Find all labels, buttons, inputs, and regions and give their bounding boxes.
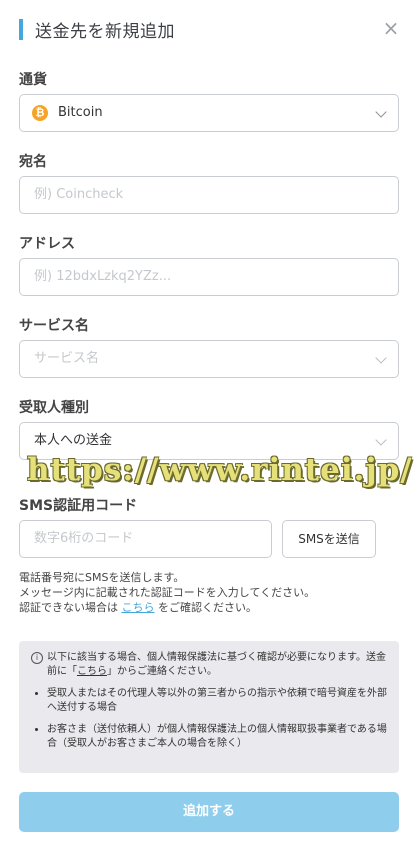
chevron-down-icon	[375, 434, 387, 446]
service-select[interactable]: サービス名	[19, 340, 399, 378]
send-sms-button[interactable]: SMSを送信	[282, 520, 376, 558]
notice-head-suffix: 」からご連絡ください。	[107, 666, 217, 677]
address-placeholder: 例) 12bdxLzkq2YZz...	[34, 269, 172, 284]
sms-help-line3: 認証できない場合は こちら をご確認ください。	[19, 600, 404, 615]
service-placeholder: サービス名	[34, 351, 100, 366]
name-placeholder: 例) Coincheck	[34, 187, 124, 202]
service-label: サービス名	[19, 318, 89, 334]
sms-help-text: 電話番号宛にSMSを送信します。 メッセージ内に記載された認証コードを入力してく…	[19, 570, 404, 615]
sms-help-prefix: 認証できない場合は	[19, 601, 122, 614]
bitcoin-icon: ₿	[32, 105, 48, 121]
currency-select[interactable]: ₿ Bitcoin	[19, 94, 399, 132]
add-button[interactable]: 追加する	[19, 792, 399, 832]
title-accent-bar	[19, 19, 23, 40]
chevron-down-icon	[375, 352, 387, 364]
list-item: 受取人またはその代理人等以外の第三者からの指示や依頼で暗号資産を外部へ送付する場…	[47, 687, 387, 715]
recipient-type-value: 本人への送金	[34, 433, 113, 448]
currency-label: 通貨	[19, 72, 47, 88]
notice-contact-link[interactable]: こちら	[77, 666, 107, 677]
sms-code-placeholder: 数字6桁のコード	[34, 531, 134, 546]
close-icon[interactable]: ×	[381, 18, 401, 38]
modal-header: 送金先を新規追加 ×	[0, 0, 419, 58]
name-input[interactable]: 例) Coincheck	[19, 176, 399, 214]
sms-help-link[interactable]: こちら	[122, 601, 155, 614]
sms-help-line2: メッセージ内に記載された認証コードを入力してください。	[19, 586, 316, 599]
notice-head: i 以下に該当する場合、個人情報保護法に基づく確認が必要になります。送金前に「こ…	[31, 651, 387, 679]
info-icon: i	[31, 652, 43, 664]
sms-help-line1: 電話番号宛にSMSを送信します。	[19, 571, 185, 584]
address-label: アドレス	[19, 236, 75, 252]
privacy-notice: i 以下に該当する場合、個人情報保護法に基づく確認が必要になります。送金前に「こ…	[19, 641, 399, 773]
recipient-type-select[interactable]: 本人への送金	[19, 422, 399, 460]
recipient-type-label: 受取人種別	[19, 400, 89, 416]
sms-help-suffix: をご確認ください。	[154, 601, 257, 614]
currency-value: Bitcoin	[58, 105, 103, 120]
modal-title: 送金先を新規追加	[35, 22, 175, 42]
notice-list: 受取人またはその代理人等以外の第三者からの指示や依頼で暗号資産を外部へ送付する場…	[31, 687, 387, 751]
list-item: お客さま（送付依頼人）が個人情報保護法上の個人情報取扱事業者である場合（受取人が…	[47, 723, 387, 751]
chevron-down-icon	[375, 106, 387, 118]
address-input[interactable]: 例) 12bdxLzkq2YZz...	[19, 258, 399, 296]
sms-code-input[interactable]: 数字6桁のコード	[19, 520, 272, 558]
sms-label: SMS認証用コード	[19, 498, 138, 514]
name-label: 宛名	[19, 154, 47, 170]
